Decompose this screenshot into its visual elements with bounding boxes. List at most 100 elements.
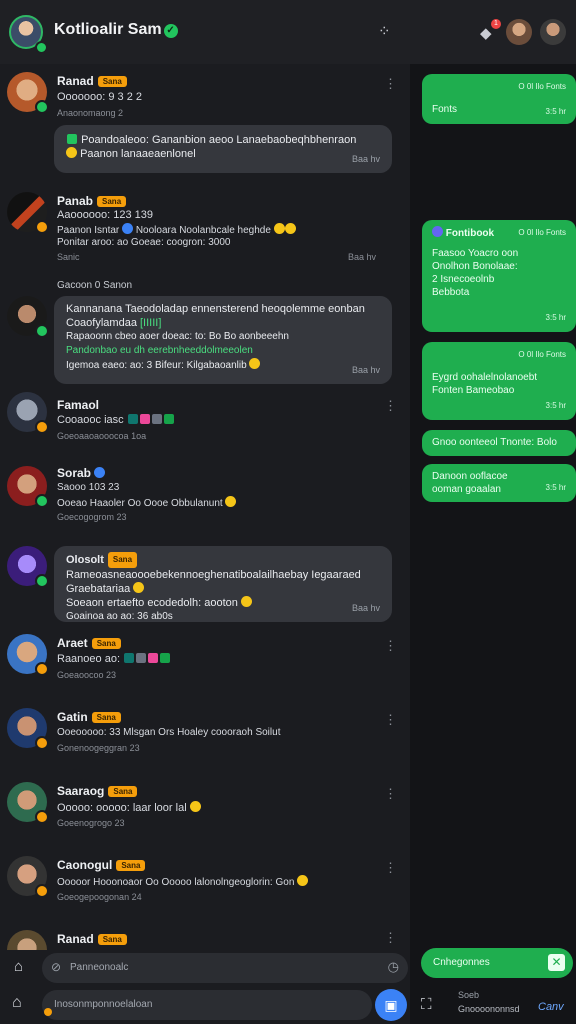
contact-name: Famaol [57, 398, 100, 412]
list-item[interactable]: Ranad Sana ⋮ [0, 928, 410, 950]
list-item[interactable]: Caonogul Sana Ooooor Hooonoaor Oo Ooooo l… [0, 854, 410, 914]
contact-name: Ranad Sana [57, 932, 127, 946]
more-icon[interactable]: ⋮ [384, 712, 397, 728]
more-icon[interactable]: ⋮ [384, 786, 397, 802]
footer-pill-button[interactable]: Cnhegonnes ✕ [421, 948, 573, 978]
search-placeholder: Panneonoalc [70, 962, 129, 973]
timestamp: Goecogogrom 23 [57, 512, 127, 522]
message-line: Ponitar aroo: ao Goeae: coogron: 3000 [57, 237, 231, 248]
more-icon[interactable]: ⋮ [384, 398, 397, 414]
section-label: Gacoon 0 Sanon [57, 280, 133, 291]
more-icon[interactable]: ⋮ [384, 638, 397, 654]
message-preview: Ooooooo: 9 3 2 2 [57, 91, 143, 103]
status-dot [35, 884, 49, 898]
send-button[interactable]: ▣ [375, 989, 407, 1021]
message-bubble[interactable]: Olosolt Sana Rameoasneaoooebekennoeghenat… [54, 546, 392, 622]
message-bubble[interactable]: Gnoo oonteeol Tnonte: Bolo [422, 430, 576, 456]
tag-badge: Sana [97, 76, 127, 87]
clock-icon[interactable]: ◷ [388, 959, 399, 975]
status-dot [35, 420, 49, 434]
footer-link[interactable]: Canv [538, 1001, 564, 1013]
bubble-text: Gnoo oonteeol Tnonte: Bolo [432, 437, 557, 448]
footer-label: Soeb [458, 990, 480, 1000]
bubble-title: Fontibook [432, 226, 494, 240]
home-icon[interactable]: ⌂ [14, 958, 23, 975]
attach-icon: ⊘ [51, 960, 62, 974]
contact-name: Panab Sana [57, 194, 127, 208]
bubble-line: Kannanana Taeodoladap ennensterend heoqo… [66, 303, 365, 315]
more-icon[interactable]: ⋮ [384, 76, 397, 92]
message-bubble[interactable]: O 0l Ilo Fonts Eygrd oohalelnolanoebt Fo… [422, 342, 576, 420]
bubble-time: Baa hv [351, 365, 380, 375]
tag-badge: Sana [116, 860, 146, 871]
list-item[interactable]: Sorab Saooo 103 23 Ooeao Haaoler Oo Oooe… [0, 464, 410, 528]
tag-badge: Sana [91, 712, 121, 723]
timestamp: Goeenogrogo 23 [57, 818, 125, 828]
status-dot [35, 574, 49, 588]
list-item[interactable]: Famaol Cooaooc iasc Goeoaaoaooocoa 1oa ⋮ [0, 392, 410, 452]
list-item[interactable]: Ranad Sana Ooooooo: 9 3 2 2 Anaonomaong 2… [0, 70, 410, 125]
message-preview: Cooaooc iasc [57, 414, 175, 426]
message-bubble[interactable]: O 0l Ilo Fonts Fontibook Faasoo Yoacro o… [422, 220, 576, 332]
conversation-panel: O 0l Ilo Fonts Fonts 3:5 hr O 0l Ilo Fon… [410, 64, 576, 950]
search-input[interactable]: ⊘ Panneonoalc ◷ [42, 953, 408, 983]
bubble-time: Baa hv [351, 154, 380, 164]
bubble-line: Soeaon ertaefto ecodedolh: aooton [66, 596, 380, 610]
message-bubble[interactable]: Kannanana Taeodoladap ennensterend heoqo… [54, 296, 392, 384]
contact-name: Gatin Sana [57, 710, 121, 724]
timestamp: Sanic [57, 252, 80, 262]
bubble-text: Eygrd oohalelnolanoebt Fonten Bameobao [432, 372, 538, 396]
list-item[interactable]: Panab Sana Aaoooooo: 123 139 Paanon Isnta… [0, 190, 410, 270]
status-dot [35, 810, 49, 824]
bubble-line: Pandonbao eu dh eerebnheeddolmeeolen [66, 345, 253, 356]
scan-icon[interactable]: ⛶ [421, 996, 432, 1013]
close-icon[interactable]: ✕ [548, 954, 565, 971]
contact-name: Ranad Sana [57, 74, 127, 88]
user-avatar[interactable] [540, 19, 566, 45]
status-dot [35, 220, 49, 234]
status-dot [35, 494, 49, 508]
avatar [7, 930, 47, 950]
message-placeholder: Inosonmponnoelaloan [54, 999, 153, 1010]
timestamp: Anaonomaong 2 [57, 108, 124, 118]
footer-sub: Gnoooononnsd [458, 1004, 520, 1014]
list-item[interactable]: Saaraog Sana Ooooo: ooooo: laar loor lal … [0, 780, 410, 840]
message-preview: Raanoeo ao: [57, 653, 171, 665]
bubble-time: Baa hv [348, 252, 377, 262]
home-nav-icon[interactable]: ⌂ [12, 994, 22, 1012]
more-icon[interactable]: ⋮ [384, 930, 397, 946]
filter-icon[interactable]: ⁘ [378, 22, 391, 40]
timestamp: Goeaoocoo 23 [57, 670, 117, 680]
bubble-time: 3:5 hr [545, 401, 566, 410]
message-preview: Ooooo: ooooo: laar loor lal [57, 801, 201, 814]
contact-name: Saaraog Sana [57, 784, 138, 798]
list-item[interactable]: Gatin Sana Ooeooooo: 33 Mlsgan Ors Hoaley… [0, 706, 410, 766]
timestamp: Gonenoogeggran 23 [57, 743, 140, 753]
online-status-icon [35, 41, 48, 54]
bubble-text: Faasoo Yoacro oon Onolhon Bonolaae: 2 Is… [432, 248, 519, 298]
list-item[interactable]: Araet Sana Raanoeo ao: Goeaoocoo 23 ⋮ [0, 632, 410, 692]
chat-list: Ranad Sana Ooooooo: 9 3 2 2 Anaonomaong 2… [0, 64, 410, 950]
status-dot [35, 100, 49, 114]
contact-avatar[interactable] [506, 19, 532, 45]
message-input[interactable]: Inosonmponnoelaloan [42, 990, 372, 1020]
tag-badge: Sana [108, 786, 138, 797]
message-line: Paanon Isntar Nooloara Noolanbcale heghd… [57, 223, 296, 236]
record-dot [44, 1008, 52, 1016]
message-bubble[interactable]: Danoon ooflacoe ooman goaalan 3:5 hr [422, 464, 576, 502]
tag-badge: Sana [107, 552, 138, 568]
more-icon[interactable]: ⋮ [384, 860, 397, 876]
bubble-sender: Olosolt Sana [66, 552, 380, 568]
pill-label: Cnhegonnes [433, 957, 490, 968]
verified-icon: ✓ [163, 24, 178, 38]
message-line: Ooeao Haaoler Oo Oooe Obbulanunt [57, 496, 237, 509]
bubble-header: O 0l Ilo Fonts [518, 350, 566, 359]
message-bubble[interactable]: O 0l Ilo Fonts Fonts 3:5 hr [422, 74, 576, 124]
bubble-line: Rameoasneaoooebekennoeghenatiboalailhaeb… [66, 569, 361, 581]
status-dot [35, 736, 49, 750]
message-preview: Ooooor Hooonoaor Oo Ooooo lalonolngeoglo… [57, 875, 309, 888]
message-bubble[interactable]: Poandoaleoo: Gananbion aeoo Lanaebaobeqh… [54, 125, 392, 173]
notification-badge: 1 [491, 19, 501, 29]
notification-icon[interactable]: ◆ [480, 24, 492, 42]
send-icon: ▣ [384, 997, 398, 1013]
